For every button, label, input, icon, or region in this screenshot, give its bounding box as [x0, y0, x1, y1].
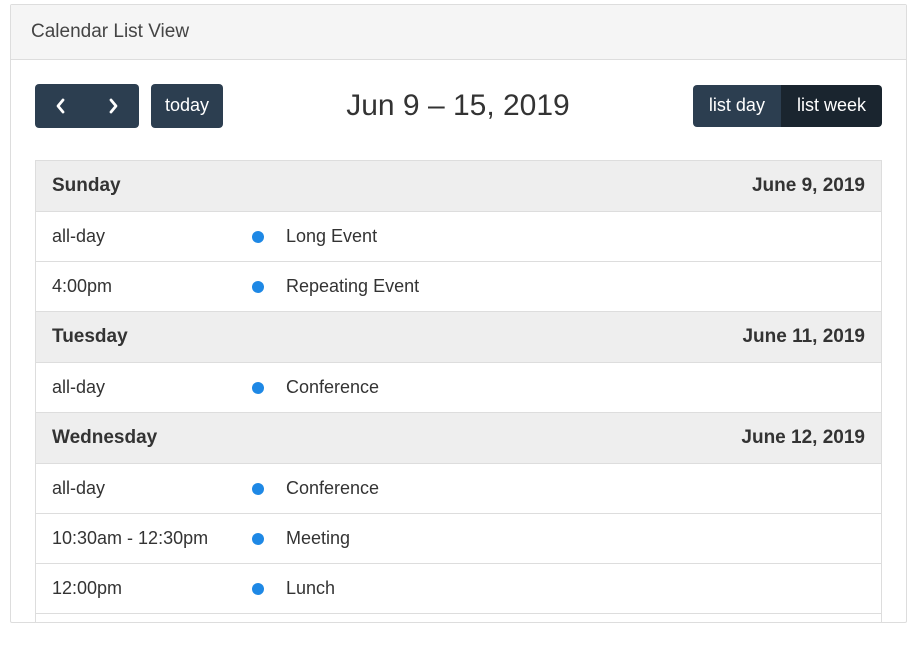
- chevron-left-icon: [54, 97, 68, 115]
- panel-title: Calendar List View: [11, 5, 906, 60]
- event-title: Conference: [286, 377, 865, 398]
- event-time: 10:30am - 12:30pm: [52, 528, 252, 549]
- event-dot-icon: [252, 533, 264, 545]
- event-dot-icon: [252, 483, 264, 495]
- event-row[interactable]: 12:00pm Lunch: [36, 564, 881, 614]
- event-row[interactable]: all-day Conference: [36, 363, 881, 413]
- list-week-button[interactable]: list week: [781, 85, 882, 127]
- event-dot-icon: [252, 231, 264, 243]
- day-header[interactable]: Tuesday June 11, 2019: [36, 312, 881, 363]
- toolbar-left: today: [35, 84, 223, 128]
- event-time: all-day: [52, 226, 252, 247]
- next-button[interactable]: [87, 84, 139, 128]
- event-time: 4:00pm: [52, 276, 252, 297]
- event-title: Conference: [286, 478, 865, 499]
- event-dot-icon: [252, 583, 264, 595]
- day-of-week: Tuesday: [52, 326, 128, 348]
- calendar-panel: Calendar List View today Jun 9 – 15, 201…: [10, 4, 907, 623]
- event-row[interactable]: 4:00pm Repeating Event: [36, 262, 881, 312]
- event-row[interactable]: all-day Long Event: [36, 212, 881, 262]
- day-date: June 9, 2019: [752, 175, 865, 197]
- event-time: all-day: [52, 478, 252, 499]
- event-list[interactable]: Sunday June 9, 2019 all-day Long Event 4:00p…: [35, 160, 882, 622]
- event-time: all-day: [52, 377, 252, 398]
- day-header[interactable]: Sunday June 9, 2019: [36, 161, 881, 212]
- event-dot-icon: [252, 281, 264, 293]
- chevron-right-icon: [106, 97, 120, 115]
- view-switcher: list day list week: [693, 85, 882, 127]
- day-of-week: Wednesday: [52, 427, 157, 449]
- prev-button[interactable]: [35, 84, 87, 128]
- event-title: Repeating Event: [286, 276, 865, 297]
- day-header[interactable]: Wednesday June 12, 2019: [36, 413, 881, 464]
- event-title: Long Event: [286, 226, 865, 247]
- calendar-toolbar: today Jun 9 – 15, 2019 list day list wee…: [11, 60, 906, 144]
- today-button[interactable]: today: [151, 84, 223, 128]
- event-row[interactable]: 10:30am - 12:30pm Meeting: [36, 514, 881, 564]
- event-title: Lunch: [286, 578, 865, 599]
- nav-button-group: [35, 84, 139, 128]
- event-title: Meeting: [286, 528, 865, 549]
- day-of-week: Sunday: [52, 175, 121, 197]
- event-row[interactable]: all-day Conference: [36, 464, 881, 514]
- event-time: 12:00pm: [52, 578, 252, 599]
- day-date: June 12, 2019: [741, 427, 865, 449]
- day-date: June 11, 2019: [742, 326, 865, 348]
- date-range-title: Jun 9 – 15, 2019: [346, 89, 570, 123]
- list-day-button[interactable]: list day: [693, 85, 781, 127]
- event-dot-icon: [252, 382, 264, 394]
